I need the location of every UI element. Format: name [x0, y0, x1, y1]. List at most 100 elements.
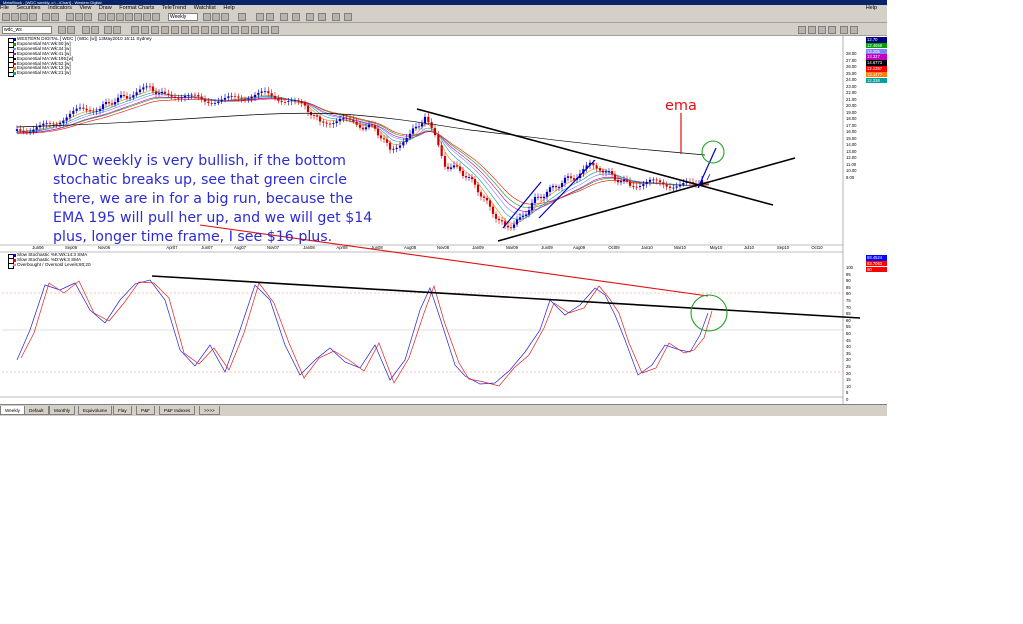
legend-item-levels[interactable]: Overbought / Oversold Levels:80;20 [8, 262, 91, 269]
candle-body [88, 110, 92, 112]
tab-flay[interactable]: Flay [113, 406, 132, 415]
zoom-icon[interactable] [221, 13, 229, 21]
legend-item-ema21[interactable]: Exponential MA:Wk:21:[w] [8, 70, 152, 78]
menu-help[interactable]: Help [223, 5, 234, 12]
chart-icon[interactable] [75, 13, 83, 21]
menu-draw[interactable]: Draw [99, 5, 112, 12]
indicator-icon[interactable] [116, 13, 124, 21]
candle-body [632, 185, 635, 187]
candle-body [312, 115, 316, 116]
tab-pf-indexes[interactable]: P&F Indexes [159, 406, 196, 415]
draw-tool-icon[interactable] [241, 26, 249, 34]
scroll-next-icon[interactable] [818, 26, 826, 34]
tab-monthly[interactable]: Monthly [49, 406, 76, 415]
price-tick-label: 28.00 [846, 51, 857, 56]
menu-view[interactable]: View [79, 5, 91, 12]
stochastic-tick-label: 85 [846, 284, 851, 290]
draw-tool-icon[interactable] [261, 26, 269, 34]
menu-securities[interactable]: Securities [16, 5, 40, 12]
menu-file[interactable]: File [0, 5, 9, 12]
chart-icon[interactable] [84, 13, 92, 21]
price-value-badge: 12.4658 [866, 42, 887, 49]
zoom-out-icon[interactable] [212, 13, 220, 21]
arrow-icon[interactable] [280, 13, 288, 21]
menu-watchlist[interactable]: Watchlist [194, 5, 216, 12]
copy-icon[interactable] [51, 13, 59, 21]
stochastic-tick-label: 35 [846, 350, 851, 356]
candle-body [273, 95, 277, 99]
cut-icon[interactable] [42, 13, 50, 21]
draw-tool-icon[interactable] [191, 26, 199, 34]
template-icon[interactable] [238, 13, 246, 21]
zoom-icon[interactable] [104, 26, 112, 34]
period-select[interactable]: Weekly [168, 13, 198, 21]
candle-body [190, 94, 193, 96]
menu-teletrend[interactable]: TeleTrend [162, 5, 186, 12]
tab-more[interactable]: >>>> [199, 406, 220, 415]
zoom-in-icon[interactable] [203, 13, 211, 21]
draw-tool-icon[interactable] [171, 26, 179, 34]
print-icon[interactable] [29, 13, 37, 21]
indicator-icon[interactable] [134, 13, 142, 21]
binoculars-icon[interactable] [91, 26, 99, 34]
grid-icon[interactable] [306, 13, 314, 21]
scroll-last-icon[interactable] [828, 26, 836, 34]
candle-body [335, 121, 338, 124]
arrow-icon[interactable] [58, 26, 66, 34]
candle-body [352, 119, 355, 122]
indicator-icon[interactable] [143, 13, 151, 21]
window-help-link[interactable]: Help [866, 5, 877, 12]
indicator-icon[interactable] [107, 13, 115, 21]
menu-indicators[interactable]: Indicators [48, 5, 72, 12]
settings-icon[interactable] [332, 13, 340, 21]
new-icon[interactable] [2, 13, 10, 21]
tab-pf[interactable]: P&F [136, 406, 155, 415]
menu-format-charts[interactable]: Format Charts [119, 5, 154, 12]
arrow-icon[interactable] [67, 26, 75, 34]
scroll-first-icon[interactable] [798, 26, 806, 34]
delete-icon[interactable] [266, 13, 274, 21]
tab-default[interactable]: Default [24, 406, 49, 415]
indicator-icon[interactable] [152, 13, 160, 21]
draw-tool-icon[interactable] [201, 26, 209, 34]
symbol-select[interactable]: wdc_ws [2, 26, 52, 34]
draw-tool-icon[interactable] [211, 26, 219, 34]
zoom-icon[interactable] [113, 26, 121, 34]
maximize-icon[interactable] [840, 26, 848, 34]
settings-icon[interactable] [344, 13, 352, 21]
candle-body [668, 186, 672, 188]
tab-weekly[interactable]: Weekly [0, 406, 25, 415]
candle-body [461, 170, 465, 176]
draw-tool-icon[interactable] [231, 26, 239, 34]
draw-tool-icon[interactable] [181, 26, 189, 34]
close-icon[interactable] [271, 26, 279, 34]
open-icon[interactable] [11, 13, 19, 21]
candle-body [443, 156, 447, 167]
arrow-icon[interactable] [292, 13, 300, 21]
candle-body [622, 179, 626, 182]
indicator-icon[interactable] [98, 13, 106, 21]
draw-tool-icon[interactable] [251, 26, 259, 34]
close-icon[interactable] [850, 26, 858, 34]
indicator-legend: Slow Stochastic %K:Wk:14:3 SMA Slow Stoc… [8, 252, 91, 269]
draw-tool-icon[interactable] [161, 26, 169, 34]
grid-icon[interactable] [318, 13, 326, 21]
candle-body [116, 97, 120, 102]
save-icon[interactable] [20, 13, 28, 21]
tab-equivolume[interactable]: Equivolume [78, 406, 113, 415]
draw-tool-icon[interactable] [151, 26, 159, 34]
chart-icon[interactable] [66, 13, 74, 21]
scroll-prev-icon[interactable] [808, 26, 816, 34]
draw-tool-icon[interactable] [131, 26, 139, 34]
draw-tool-icon[interactable] [141, 26, 149, 34]
chart-area[interactable]: WESTERN DIGITAL [ WDC ] (WDc [w]) 13May2… [0, 36, 887, 404]
price-value-badge: 14.6773 [866, 60, 887, 66]
indicator-icon[interactable] [125, 13, 133, 21]
candle-body [500, 220, 504, 222]
arrow-icon[interactable] [82, 26, 90, 34]
draw-tool-icon[interactable] [221, 26, 229, 34]
candle-body [170, 94, 173, 97]
candle-body [68, 113, 72, 118]
delete-icon[interactable] [256, 13, 264, 21]
candle-body [358, 124, 362, 128]
